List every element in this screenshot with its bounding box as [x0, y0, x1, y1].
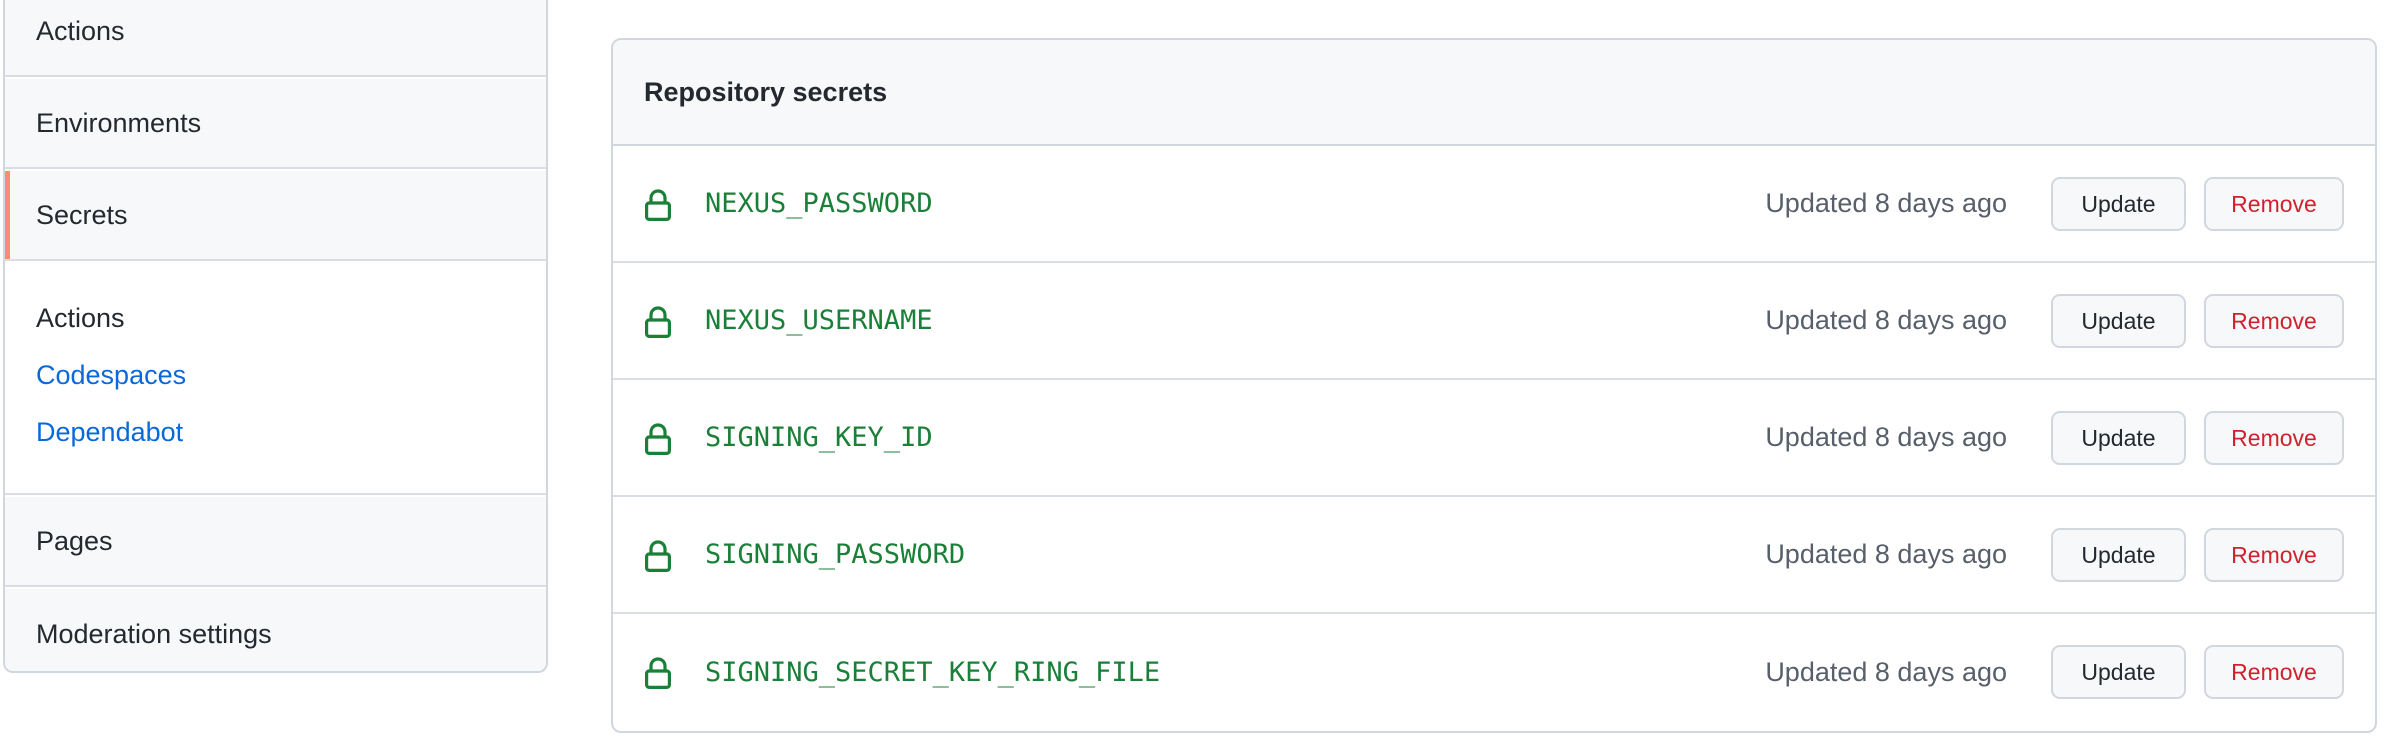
remove-button[interactable]: Remove [2204, 294, 2344, 348]
secret-name: SIGNING_SECRET_KEY_RING_FILE [705, 657, 1161, 688]
subsection-heading-actions[interactable]: Actions [36, 303, 125, 334]
box-title: Repository secrets [644, 76, 888, 107]
secret-row: NEXUS_PASSWORD Updated 8 days ago Update… [613, 146, 2375, 263]
update-button[interactable]: Update [2051, 645, 2186, 699]
secret-row: SIGNING_PASSWORD Updated 8 days ago Upda… [613, 497, 2375, 614]
secret-name: SIGNING_KEY_ID [705, 422, 933, 453]
sidebar-link-codespaces[interactable]: Codespaces [36, 360, 186, 391]
remove-button[interactable]: Remove [2204, 177, 2344, 231]
sidebar-item-secrets[interactable]: Secrets [5, 171, 546, 261]
secret-updated-time: Updated 8 days ago [1765, 657, 2007, 687]
box-header: Repository secrets [613, 40, 2375, 146]
lock-icon [644, 423, 671, 455]
sidebar-item-label: Actions [36, 15, 125, 46]
sidebar-item-moderation-settings[interactable]: Moderation settings [5, 589, 546, 671]
secret-updated-time: Updated 8 days ago [1765, 422, 2007, 452]
repository-secrets-box: Repository secrets NEXUS_PASSWORD Update… [611, 38, 2377, 733]
secret-row: NEXUS_USERNAME Updated 8 days ago Update… [613, 263, 2375, 380]
secret-name: SIGNING_PASSWORD [705, 539, 966, 570]
sidebar-item-actions[interactable]: Actions [5, 0, 546, 77]
secret-row: SIGNING_SECRET_KEY_RING_FILE Updated 8 d… [613, 614, 2375, 731]
sidebar-item-label: Secrets [36, 199, 128, 230]
secret-row: SIGNING_KEY_ID Updated 8 days ago Update… [613, 380, 2375, 497]
lock-icon [644, 189, 671, 221]
secret-updated-time: Updated 8 days ago [1765, 188, 2007, 218]
sidebar-item-label: Moderation settings [36, 618, 272, 649]
sidebar-item-label: Pages [36, 525, 113, 556]
remove-button[interactable]: Remove [2204, 528, 2344, 582]
sidebar-link-dependabot[interactable]: Dependabot [36, 417, 183, 448]
sidebar-item-environments[interactable]: Environments [5, 79, 546, 169]
sidebar-item-label: Environments [36, 107, 202, 138]
secret-updated-time: Updated 8 days ago [1765, 305, 2007, 335]
secret-updated-time: Updated 8 days ago [1765, 539, 2007, 569]
lock-icon [644, 306, 671, 338]
update-button[interactable]: Update [2051, 177, 2186, 231]
update-button[interactable]: Update [2051, 411, 2186, 465]
sidebar-item-pages[interactable]: Pages [5, 497, 546, 587]
remove-button[interactable]: Remove [2204, 645, 2344, 699]
secret-name: NEXUS_PASSWORD [705, 188, 933, 219]
lock-icon [644, 540, 671, 572]
lock-icon [644, 657, 671, 689]
update-button[interactable]: Update [2051, 294, 2186, 348]
remove-button[interactable]: Remove [2204, 411, 2344, 465]
update-button[interactable]: Update [2051, 528, 2186, 582]
settings-sidebar: Actions Environments Secrets Actions Cod… [3, 0, 548, 673]
secret-name: NEXUS_USERNAME [705, 305, 933, 336]
